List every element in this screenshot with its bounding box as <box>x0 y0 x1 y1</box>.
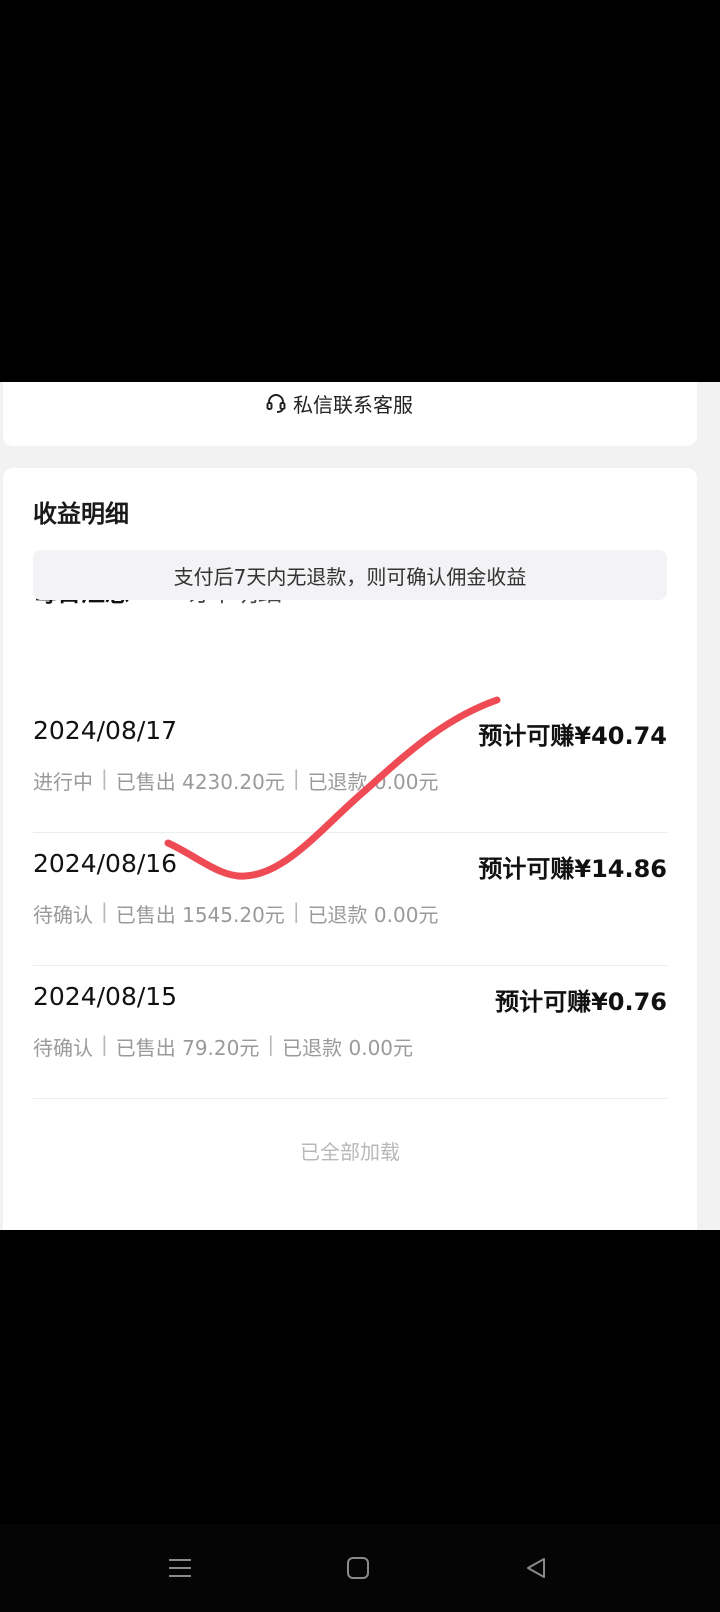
row-status: 待确认 <box>33 1036 93 1060</box>
row-sold: 已售出 79.20元 <box>115 1036 260 1060</box>
row-estimated-earning: 预计可赚¥0.76 <box>495 988 667 1016</box>
separator: | <box>292 766 300 790</box>
row-date: 2024/08/15 <box>33 982 178 1011</box>
row-status: 待确认 <box>33 903 93 927</box>
row-meta: 待确认 | 已售出 1545.20元 | 已退款 0.00元 <box>33 899 438 928</box>
earnings-panel: 私信联系客服 收益明细 每日汇总 订单明细 支付后7天内无退款，则可确认佣金收益… <box>0 382 720 1230</box>
earnings-card: 收益明细 每日汇总 订单明细 支付后7天内无退款，则可确认佣金收益 2024/0… <box>3 468 697 1230</box>
separator: | <box>101 1032 108 1056</box>
list-item[interactable]: 2024/08/15 预计可赚¥0.76 待确认 | 已售出 79.20元 | … <box>33 966 667 1099</box>
separator: | <box>267 1032 275 1056</box>
separator: | <box>292 899 300 923</box>
row-sold: 已售出 1545.20元 <box>115 903 285 927</box>
list-item[interactable]: 2024/08/17 预计可赚¥40.74 进行中 | 已售出 4230.20元… <box>33 700 667 833</box>
home-icon[interactable] <box>340 1550 376 1586</box>
service-card: 私信联系客服 <box>3 382 697 446</box>
row-estimated-earning: 预计可赚¥14.86 <box>478 855 667 883</box>
contact-service-button[interactable]: 私信联系客服 <box>265 388 413 418</box>
row-refund: 已退款 0.00元 <box>307 770 439 794</box>
row-meta: 进行中 | 已售出 4230.20元 | 已退款 0.00元 <box>33 766 438 795</box>
separator: | <box>101 899 108 923</box>
daily-list: 2024/08/17 预计可赚¥40.74 进行中 | 已售出 4230.20元… <box>33 700 667 1099</box>
row-refund: 已退款 0.00元 <box>282 1036 414 1060</box>
row-date: 2024/08/17 <box>33 716 178 745</box>
contact-service-label: 私信联系客服 <box>293 392 413 417</box>
section-title: 收益明细 <box>33 500 129 528</box>
row-estimated-earning: 预计可赚¥40.74 <box>478 722 667 750</box>
row-status: 进行中 <box>33 770 93 794</box>
back-icon[interactable] <box>518 1550 554 1586</box>
separator: | <box>101 766 108 790</box>
list-item[interactable]: 2024/08/16 预计可赚¥14.86 待确认 | 已售出 1545.20元… <box>33 833 667 966</box>
row-sold: 已售出 4230.20元 <box>115 770 285 794</box>
commission-notice: 支付后7天内无退款，则可确认佣金收益 <box>33 550 667 600</box>
row-refund: 已退款 0.00元 <box>307 903 439 927</box>
headset-icon <box>265 392 287 414</box>
row-date: 2024/08/16 <box>33 849 178 878</box>
system-navbar <box>0 1524 720 1612</box>
row-meta: 待确认 | 已售出 79.20元 | 已退款 0.00元 <box>33 1032 413 1061</box>
all-loaded-label: 已全部加载 <box>300 1140 400 1164</box>
menu-icon[interactable] <box>162 1550 198 1586</box>
